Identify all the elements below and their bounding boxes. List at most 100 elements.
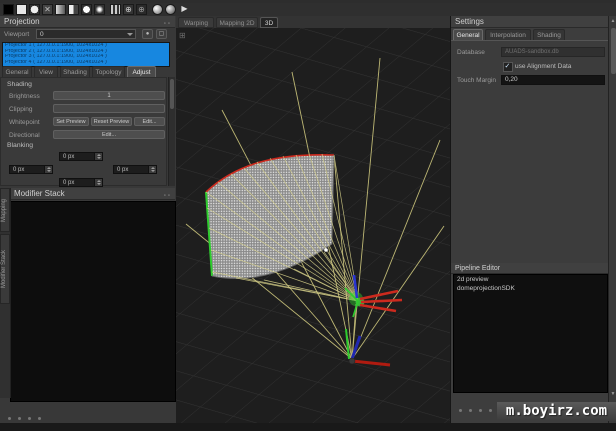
clipping-label: Clipping <box>9 105 33 114</box>
tab-settings-interpolation[interactable]: Interpolation <box>485 29 531 40</box>
clipping-slider[interactable] <box>53 104 165 113</box>
whitepoint-label: Whitepoint <box>9 118 40 127</box>
pager-dot[interactable] <box>479 409 482 412</box>
settings-panel: Settings General Interpolation Shading D… <box>450 16 609 423</box>
database-label: Database <box>457 48 485 57</box>
directional-label: Directional <box>9 131 40 140</box>
modifier-stack-list[interactable] <box>10 201 176 402</box>
tab-3d[interactable]: 3D <box>260 17 278 28</box>
whitepoint-edit-button[interactable]: Edit... <box>134 117 165 126</box>
scroll-up-icon[interactable]: ▲ <box>609 18 616 24</box>
projection-panel: Projection ▫▫ Viewport 0 ● ▢ Projector 1… <box>0 16 177 423</box>
settings-title: Settings <box>455 17 484 26</box>
chevron-down-icon <box>127 33 133 36</box>
toolbar: ✕ ⊕ ⊕ ▶ <box>0 3 616 17</box>
cursor-dot <box>324 248 328 252</box>
pager-dot[interactable] <box>489 409 492 412</box>
use-alignment-checkbox[interactable] <box>503 62 513 72</box>
cross-pattern-icon[interactable]: ✕ <box>42 4 53 15</box>
pipeline-item[interactable]: 2d preview <box>454 275 607 284</box>
modifier-stack-header: Modifier Stack ▫▫ <box>10 188 175 200</box>
tab-general[interactable]: General <box>2 66 32 77</box>
reset-preview-button[interactable]: Reset Preview <box>91 117 132 126</box>
viewport-grid-icon[interactable]: ⊞ <box>179 31 186 40</box>
scroll-down-icon[interactable]: ▼ <box>609 391 616 397</box>
tab-settings-general[interactable]: General <box>453 29 483 40</box>
gradient-icon[interactable] <box>55 4 66 15</box>
pager-dot[interactable] <box>18 417 21 420</box>
blanking-bottom-value: 0 px <box>63 180 74 186</box>
set-preview-button[interactable]: Set Preview <box>53 117 89 126</box>
blob-icon[interactable] <box>29 4 40 15</box>
scrollbar-thumb[interactable] <box>611 28 616 74</box>
viewport-select-value: 0 <box>40 31 44 38</box>
pipeline-list[interactable]: 2d preview domeprojectionSDK <box>453 274 608 393</box>
spinner-icon[interactable] <box>94 179 102 186</box>
viewport-select[interactable]: 0 <box>36 29 136 39</box>
blanking-right-field[interactable]: 0 px <box>113 165 157 174</box>
pager-dot[interactable] <box>8 417 11 420</box>
add-viewport-icon[interactable]: ● <box>142 29 153 39</box>
viewport-label: Viewport <box>4 30 29 39</box>
spinner-icon[interactable] <box>94 153 102 160</box>
radial-icon[interactable] <box>94 4 105 15</box>
side-tab-strip: Mapping Modifier Stack <box>0 188 11 398</box>
spinner-icon[interactable] <box>44 166 52 173</box>
properties-scrollbar[interactable] <box>168 77 175 186</box>
pipeline-editor-title: Pipeline Editor <box>455 265 500 272</box>
spinner-icon[interactable] <box>148 166 156 173</box>
blanking-section-label: Blanking <box>7 142 33 149</box>
adjust-tab-content: Shading Brightness 1 Clipping Whitepoint… <box>0 77 167 186</box>
blanking-top-field[interactable]: 0 px <box>59 152 103 161</box>
crosshair-alt-icon[interactable]: ⊕ <box>136 4 147 15</box>
pipeline-editor-header: Pipeline Editor <box>451 263 608 274</box>
directional-edit-button[interactable]: Edit... <box>53 130 165 139</box>
projection-panel-header: Projection ▫▫ <box>0 16 175 28</box>
projector-row[interactable]: Projector 4 ( 127.0.0.1:1900, 1024x1024 … <box>3 60 169 66</box>
circle-icon[interactable] <box>81 4 92 15</box>
pager-dot[interactable] <box>28 417 31 420</box>
fill-white-icon[interactable] <box>16 4 27 15</box>
viewport-options-icon[interactable]: ▢ <box>156 29 167 39</box>
split-icon[interactable] <box>68 4 79 15</box>
blanking-left-value: 0 px <box>13 167 24 173</box>
touch-margin-value: 0,20 <box>505 76 518 83</box>
database-field[interactable]: AUADS-sandbox.db <box>501 47 605 57</box>
window-scrollbar[interactable]: ▲ ▼ <box>608 16 616 423</box>
side-tab-modifier-stack[interactable]: Modifier Stack <box>0 234 10 304</box>
tab-topology[interactable]: Topology <box>92 66 125 77</box>
scrollbar-thumb[interactable] <box>170 79 174 109</box>
use-alignment-label: use Alignment Data <box>515 62 571 71</box>
projection-panel-title: Projection <box>4 17 40 26</box>
tab-shading[interactable]: Shading <box>60 66 90 77</box>
play-icon[interactable]: ▶ <box>179 4 190 15</box>
brightness-slider[interactable]: 1 <box>53 91 165 100</box>
crosshair-icon[interactable]: ⊕ <box>123 4 134 15</box>
pager-dot[interactable] <box>459 409 462 412</box>
viewport-3d[interactable]: ⊞ <box>176 28 450 431</box>
watermark: m.boyirz.com <box>497 402 616 421</box>
side-tab-mapping[interactable]: Mapping <box>0 188 10 232</box>
shading-section-label: Shading <box>7 81 32 88</box>
tab-adjust[interactable]: Adjust <box>127 66 156 77</box>
sphere-shaded-icon[interactable] <box>165 4 176 15</box>
projector-list[interactable]: Projector 1 ( 127.0.0.1:1900, 1024x1024 … <box>2 42 170 67</box>
database-value: AUADS-sandbox.db <box>505 49 559 55</box>
tab-view[interactable]: View <box>34 66 58 77</box>
pipeline-item[interactable]: domeprojectionSDK <box>454 284 607 293</box>
touch-margin-field[interactable]: 0,20 <box>501 75 605 85</box>
settings-header: Settings <box>451 16 608 28</box>
fill-black-icon[interactable] <box>3 4 14 15</box>
tab-mapping-2d[interactable]: Mapping 2D <box>216 17 258 28</box>
sphere-icon[interactable] <box>152 4 163 15</box>
blanking-bottom-field[interactable]: 0 px <box>59 178 103 187</box>
right-panel-pager[interactable] <box>459 399 499 417</box>
pager-dot[interactable] <box>469 409 472 412</box>
pager-dot[interactable] <box>38 417 41 420</box>
blanking-left-field[interactable]: 0 px <box>9 165 53 174</box>
bottom-strip <box>0 423 616 431</box>
stripes-icon[interactable] <box>110 4 121 15</box>
tab-warping[interactable]: Warping <box>178 17 214 28</box>
blanking-right-value: 0 px <box>117 167 128 173</box>
tab-settings-shading[interactable]: Shading <box>533 29 565 40</box>
